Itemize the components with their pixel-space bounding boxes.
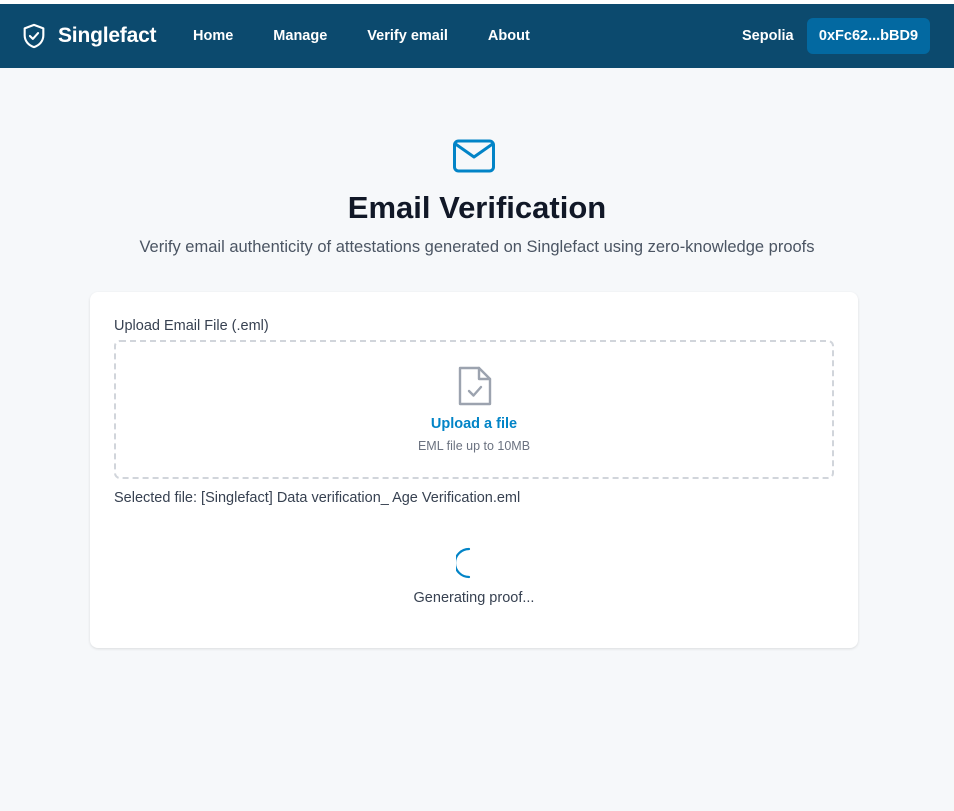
upload-hint: EML file up to 10MB <box>417 439 531 453</box>
page-title: Email Verification <box>347 190 607 225</box>
nav-link-about[interactable]: About <box>488 28 530 44</box>
page-subtitle: Verify email authenticity of attestation… <box>139 238 815 256</box>
nav-link-home[interactable]: Home <box>193 28 233 44</box>
nav-links: Home Manage Verify email About <box>193 4 570 68</box>
upload-file-link[interactable]: Upload a file <box>116 416 832 432</box>
status-text: Generating proof... <box>413 590 535 606</box>
wallet-button[interactable]: 0xFc62...bBD9 <box>807 18 930 54</box>
spinner-icon <box>456 547 471 579</box>
upload-label: Upload Email File (.eml) <box>114 318 269 334</box>
nav-link-verify-email[interactable]: Verify email <box>367 28 448 44</box>
network-label: Sepolia <box>742 28 794 44</box>
selected-file-text: Selected file: [Singlefact] Data verific… <box>114 490 521 506</box>
file-dropzone[interactable]: Upload a file EML file up to 10MB <box>114 340 834 479</box>
shield-check-icon <box>23 23 45 49</box>
navbar: Singlefact Home Manage Verify email Abou… <box>0 4 954 68</box>
verification-card: Upload Email File (.eml) Upload a file E… <box>90 292 858 648</box>
mail-icon <box>453 139 495 173</box>
brand[interactable]: Singlefact <box>20 4 157 68</box>
file-check-icon <box>458 366 492 406</box>
brand-name: Singlefact <box>58 24 157 47</box>
nav-link-manage[interactable]: Manage <box>273 28 327 44</box>
